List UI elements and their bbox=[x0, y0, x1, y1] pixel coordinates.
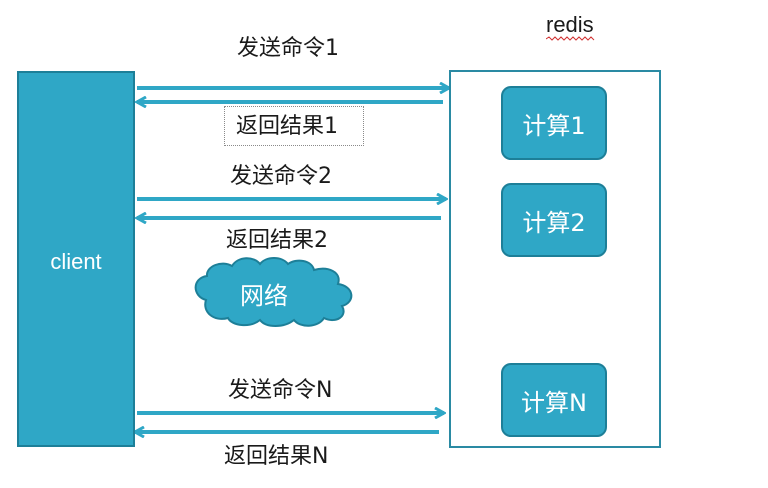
reply-label-2: 返回结果2 bbox=[226, 228, 328, 253]
reply-label-n: 返回结果N bbox=[224, 444, 329, 469]
redis-title: redis bbox=[546, 12, 594, 37]
send-label-n: 发送命令N bbox=[228, 378, 333, 403]
send-label-2: 发送命令2 bbox=[230, 164, 332, 189]
spellcheck-underline-icon bbox=[546, 36, 595, 41]
send-label-1: 发送命令1 bbox=[237, 36, 339, 61]
reply-label-1: 返回结果1 bbox=[236, 114, 338, 139]
computation-box-2: 计算2 bbox=[501, 183, 607, 257]
computation-box-n: 计算N bbox=[501, 363, 607, 437]
network-label: 网络 bbox=[240, 282, 288, 310]
client-label: client bbox=[50, 249, 102, 274]
redis-round-trip-diagram: client redis 计算1 计算2 计算N 发送命令1 返回结果1 发送命… bbox=[0, 0, 768, 488]
client-box: client bbox=[17, 71, 135, 447]
computation-box-1: 计算1 bbox=[501, 86, 607, 160]
